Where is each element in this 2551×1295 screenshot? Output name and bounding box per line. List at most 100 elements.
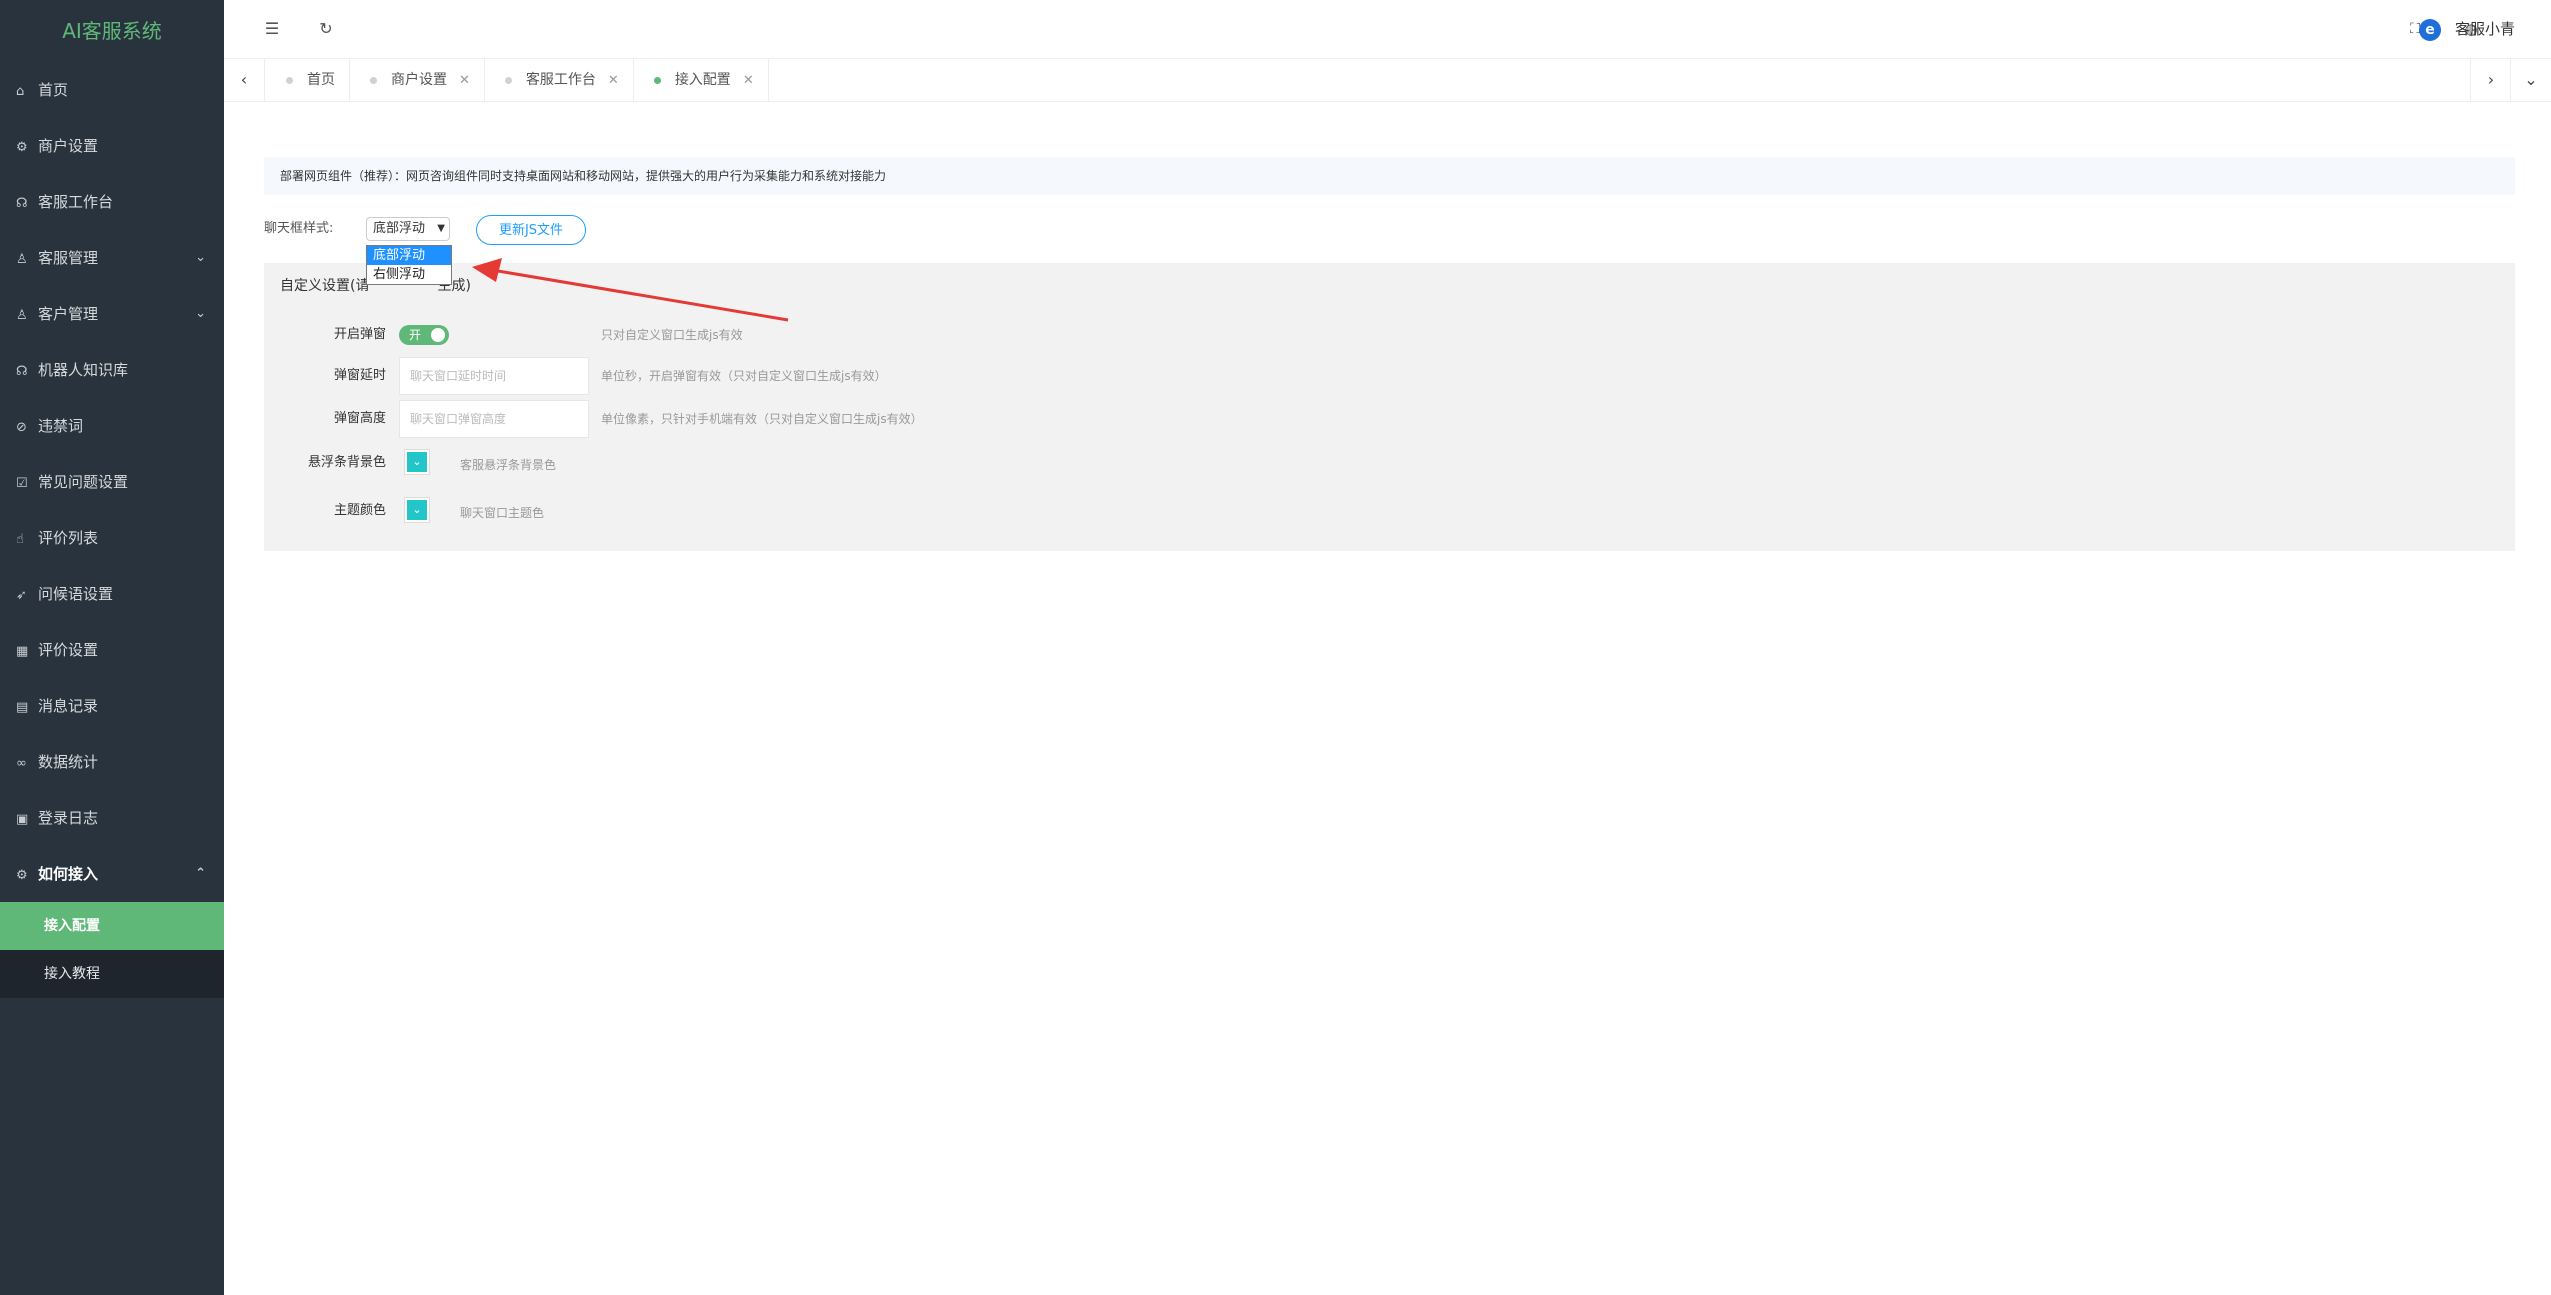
sidebar-item[interactable]: ∞ 数据统计 — [0, 734, 224, 790]
document-icon: ▤ — [16, 700, 29, 715]
chat-style-select[interactable]: 底部浮动 ▼ — [366, 217, 450, 241]
sidebar-item-label: 客服工作台 — [38, 193, 114, 211]
sidebar-item-label: 登录日志 — [38, 809, 99, 827]
theme-label: 主题颜色 — [333, 503, 386, 518]
custom-settings-panel: 自定义设置(请 生成) 开启弹窗 开 只对自定义窗口生成js有效 弹窗延时 聊天窗… — [264, 263, 2515, 551]
close-icon[interactable]: ✕ — [459, 73, 470, 88]
sidebar-item-label: 评价列表 — [38, 529, 99, 547]
tab[interactable]: 接入配置 ✕ — [634, 59, 769, 101]
popup-hint: 只对自定义窗口生成js有效 — [601, 328, 743, 342]
sidebar-item[interactable]: ♙ 客户管理 ⌄ — [0, 286, 224, 342]
close-icon[interactable]: ✕ — [743, 73, 754, 88]
refresh-icon[interactable]: ↻ — [306, 0, 346, 58]
chevron-icon: ⌃ — [195, 866, 206, 881]
user-logo-icon: e — [2418, 18, 2441, 41]
log-icon: ▣ — [16, 812, 29, 827]
user-menu[interactable]: e 客服小青 — [2418, 0, 2515, 58]
update-js-button[interactable]: 更新JS文件 — [476, 215, 586, 245]
theme-color-picker[interactable]: ⌄ — [404, 497, 430, 523]
home-icon: ⌂ — [16, 84, 25, 99]
tab-prev-icon[interactable]: ‹ — [224, 59, 265, 101]
sidebar-subitem[interactable]: 接入教程 — [0, 950, 224, 998]
tab-more-icon[interactable]: ⌄ — [2510, 59, 2551, 101]
sidebar-item[interactable]: ☊ 机器人知识库 — [0, 342, 224, 398]
sidebar-item[interactable]: ▤ 消息记录 — [0, 678, 224, 734]
tab-status-dot — [653, 76, 661, 84]
sidebar-item-label: 首页 — [38, 81, 69, 99]
tab-label: 客服工作台 — [525, 72, 596, 88]
popup-switch-text: 开 — [409, 328, 422, 342]
tab-next-icon[interactable]: › — [2470, 59, 2511, 101]
sidebar-item-label: 数据统计 — [38, 753, 99, 771]
sidebar-item-label: 违禁词 — [38, 417, 84, 435]
tab-status-dot — [286, 76, 293, 84]
sidebar-item-label: 如何接入 — [38, 865, 99, 883]
sidebar-subitem[interactable]: 接入配置 — [0, 902, 224, 950]
dropdown-option-right-float[interactable]: 右侧浮动 — [367, 265, 451, 284]
sidebar-item[interactable]: ☝ 评价列表 — [0, 510, 224, 566]
tab-status-dot — [504, 76, 512, 84]
tab-label: 首页 — [307, 72, 335, 88]
sidebar-item-label: 客户管理 — [38, 305, 99, 323]
tab-status-dot — [370, 76, 377, 84]
chevron-down-icon: ⌄ — [407, 452, 427, 472]
delay-label: 弹窗延时 — [333, 368, 386, 383]
sidebar-item-label: 商户设置 — [38, 137, 99, 155]
sidebar-item[interactable]: ▣ 登录日志 — [0, 790, 224, 846]
sidebar-item[interactable]: ⊘ 违禁词 — [0, 398, 224, 454]
sidebar-item[interactable]: ⚙ 如何接入 ⌃ — [0, 846, 224, 902]
dropdown-option-bottom-float[interactable]: 底部浮动 — [367, 246, 451, 265]
headset-icon: ☊ — [16, 196, 28, 211]
sidebar-item[interactable]: ♙ 客服管理 ⌄ — [0, 230, 224, 286]
sidebar-item-label: 客服管理 — [38, 249, 99, 267]
calendar-icon: ▦ — [16, 644, 29, 659]
sidebar-item[interactable]: ☑ 常见问题设置 — [0, 454, 224, 510]
ban-icon: ⊘ — [16, 420, 27, 435]
robot-icon: ☊ — [16, 364, 28, 379]
tab-label: 接入配置 — [674, 72, 731, 88]
sidebar: AI客服系统 ⌂ 首页 ⚙ 商户设置 ☊ 客服工作台 ♙ 客服管理 ⌄ ♙ 客户管理 ⌄ ☊ 机器人知识库… — [0, 0, 224, 1295]
tab-list: 首页 商户设置 ✕ 客服工作台 ✕ 接入配置 ✕ — [266, 59, 769, 101]
chat-style-label: 聊天框样式: — [264, 221, 334, 236]
tab[interactable]: 首页 — [266, 59, 350, 101]
chat-style-dropdown: 底部浮动 右侧浮动 — [366, 245, 452, 285]
link-icon: ∞ — [16, 756, 27, 771]
sidebar-item[interactable]: ⌂ 首页 — [0, 62, 224, 118]
chevron-icon: ⌄ — [195, 306, 206, 321]
sidebar-item-label: 评价设置 — [38, 641, 99, 659]
menu-toggle-icon[interactable]: ☰ — [252, 0, 292, 58]
chevron-down-icon: ⌄ — [407, 500, 427, 520]
send-icon: ➶ — [16, 588, 27, 603]
popup-height-input[interactable]: 聊天窗口弹窗高度 — [399, 400, 589, 438]
sidebar-menu: ⌂ 首页 ⚙ 商户设置 ☊ 客服工作台 ♙ 客服管理 ⌄ ♙ 客户管理 ⌄ ☊ 机器人知识库 ⊘ 违禁词 ☑ 常见… — [0, 62, 224, 998]
sidebar-item[interactable]: ☊ 客服工作台 — [0, 174, 224, 230]
thumbs-up-icon: ☝ — [16, 532, 24, 547]
tab-bar: ‹ 首页 商户设置 ✕ 客服工作台 ✕ 接入配置 ✕ › ⌄ — [224, 59, 2551, 102]
popup-toggle[interactable]: 开 — [399, 325, 449, 345]
theme-hint: 聊天窗口主题色 — [460, 506, 545, 520]
delay-hint: 单位秒，开启弹窗有效（只对自定义窗口生成js有效） — [601, 369, 887, 383]
chat-style-selected: 底部浮动 — [373, 221, 426, 236]
tab[interactable]: 商户设置 ✕ — [350, 59, 485, 101]
close-icon[interactable]: ✕ — [608, 73, 619, 88]
float-bg-color-picker[interactable]: ⌄ — [404, 449, 430, 475]
chevron-down-icon: ▼ — [437, 223, 445, 234]
height-label: 弹窗高度 — [333, 411, 386, 426]
customers-icon: ♙ — [16, 308, 28, 323]
sidebar-item[interactable]: ▦ 评价设置 — [0, 622, 224, 678]
sidebar-item-label: 常见问题设置 — [38, 473, 129, 491]
plug-icon: ⚙ — [16, 868, 28, 883]
popup-label: 开启弹窗 — [333, 327, 386, 342]
top-header: ☰ ↻ ⛶ ◍ e 客服小青 — [224, 0, 2551, 59]
tab-label: 商户设置 — [391, 72, 447, 88]
app-title: AI客服系统 — [0, 0, 224, 62]
height-hint: 单位像素，只针对手机端有效（只对自定义窗口生成js有效） — [601, 412, 923, 426]
sidebar-item[interactable]: ⚙ 商户设置 — [0, 118, 224, 174]
float-bg-hint: 客服悬浮条背景色 — [460, 458, 557, 472]
sidebar-item[interactable]: ➶ 问候语设置 — [0, 566, 224, 622]
faq-icon: ☑ — [16, 476, 28, 491]
sidebar-item-label: 问候语设置 — [38, 585, 114, 603]
tab[interactable]: 客服工作台 ✕ — [485, 59, 634, 101]
user-name: 客服小青 — [2454, 20, 2515, 38]
popup-delay-input[interactable]: 聊天窗口延时时间 — [399, 357, 589, 395]
